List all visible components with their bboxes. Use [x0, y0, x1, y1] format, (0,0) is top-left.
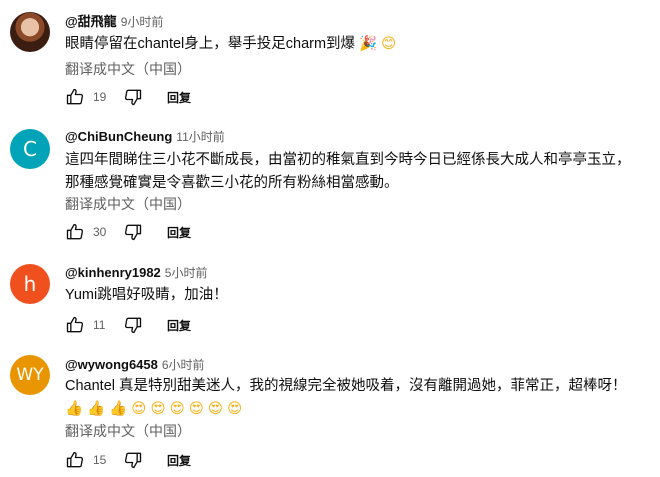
- comment-time[interactable]: 11小时前: [176, 130, 224, 144]
- thumbs-up-icon[interactable]: [63, 220, 87, 244]
- comment-text: 這四年間睇住三小花不斷成長，由當初的稚氣直到今時今日已經係長大成人和亭亭玉立，那…: [65, 152, 631, 191]
- heart-eyes-emoji: 😍: [131, 401, 147, 417]
- comment-text: 眼睛停留在chantel身上，舉手投足charm到爆 🎉 😊: [65, 33, 640, 56]
- comment-text-body: Chantel 真是特別甜美迷人，我的視線完全被她吸着，沒有離開過她，菲常正，超…: [65, 378, 627, 394]
- avatar[interactable]: WY: [10, 355, 50, 395]
- thumbs-down-icon[interactable]: [121, 85, 145, 109]
- avatar-letter: C: [23, 137, 37, 161]
- heart-eyes-emoji: 😍: [188, 401, 204, 417]
- heart-eyes-emoji: 😍: [150, 401, 166, 417]
- like-count: 11: [93, 318, 106, 332]
- thumbs-up-icon[interactable]: [63, 85, 87, 109]
- translate-link[interactable]: 翻译成中文（中国）: [65, 194, 191, 214]
- like-count: 30: [93, 225, 107, 239]
- comment-time[interactable]: 6小时前: [162, 358, 205, 372]
- comment-text-body: 眼睛停留在chantel身上，舉手投足charm到爆: [65, 36, 356, 52]
- comment-actions: 19 回复: [63, 85, 191, 109]
- avatar[interactable]: h: [10, 264, 50, 304]
- reply-button[interactable]: 回复: [167, 89, 191, 106]
- avatar[interactable]: C: [10, 129, 50, 169]
- reply-button[interactable]: 回复: [167, 317, 191, 334]
- avatar-letter: WY: [16, 365, 44, 385]
- comment-text: Yumi跳唱好吸睛，加油！: [65, 287, 228, 303]
- thumbs-up-icon[interactable]: [63, 448, 87, 472]
- comment-time[interactable]: 5小时前: [165, 266, 208, 280]
- party-popper-emoji: 🎉: [359, 36, 378, 52]
- reply-button[interactable]: 回复: [167, 224, 191, 241]
- avatar[interactable]: [10, 12, 50, 52]
- thumbs-up-emoji: 👍: [65, 401, 84, 417]
- thumbs-down-icon[interactable]: [121, 220, 145, 244]
- comment-actions: 30 回复: [63, 220, 191, 244]
- translate-link[interactable]: 翻译成中文（中国）: [65, 59, 191, 79]
- heart-eyes-emoji: 😍: [169, 401, 185, 417]
- heart-eyes-emoji: 😍: [227, 401, 243, 417]
- comment-author[interactable]: @wywong6458: [65, 357, 158, 372]
- like-count: 19: [93, 90, 107, 104]
- thumbs-down-icon[interactable]: [121, 448, 145, 472]
- thumbs-down-icon[interactable]: [121, 313, 145, 337]
- avatar-letter: h: [23, 272, 37, 296]
- comment-time[interactable]: 9小时前: [121, 15, 164, 29]
- like-count: 15: [93, 453, 107, 467]
- thumbs-up-emoji: 👍: [87, 401, 106, 417]
- reply-button[interactable]: 回复: [167, 452, 191, 469]
- thumbs-up-emoji: 👍: [109, 401, 128, 417]
- comment-author[interactable]: @甜飛龍: [65, 14, 117, 29]
- translate-link[interactable]: 翻译成中文（中国）: [65, 421, 191, 441]
- comment-author[interactable]: @kinhenry1982: [65, 265, 161, 280]
- thumbs-up-icon[interactable]: [63, 313, 87, 337]
- comment-author[interactable]: @ChiBunCheung: [65, 129, 172, 144]
- comment-text: Chantel 真是特別甜美迷人，我的視線完全被她吸着，沒有離開過她，菲常正，超…: [65, 375, 640, 421]
- smiling-face-emoji: 😊: [381, 36, 397, 52]
- comment-actions: 15 回复: [63, 448, 191, 472]
- heart-eyes-emoji: 😍: [207, 401, 224, 417]
- comment-actions: 11 回复: [63, 313, 191, 337]
